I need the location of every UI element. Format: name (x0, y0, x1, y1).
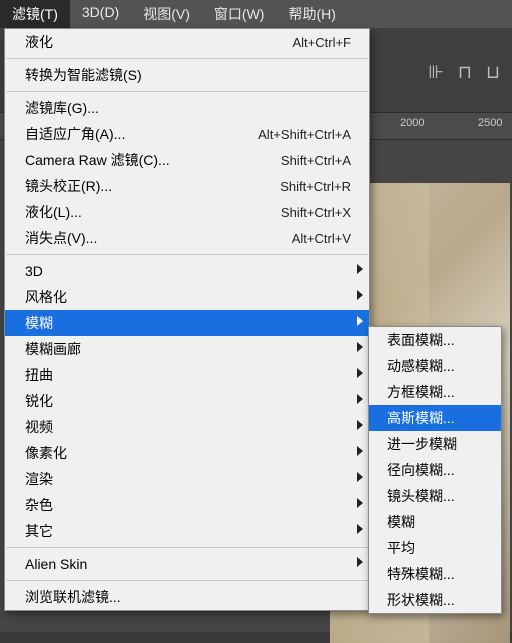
submenu-arrow-icon (357, 524, 363, 534)
menubar-item[interactable]: 滤镜(T) (0, 0, 70, 28)
submenu-item[interactable]: 特殊模糊... (369, 561, 501, 587)
submenu-item[interactable]: 方框模糊... (369, 379, 501, 405)
menubar-item[interactable]: 帮助(H) (276, 0, 347, 28)
menu-item[interactable]: 滤镜库(G)... (5, 95, 369, 121)
menu-separator (6, 580, 368, 581)
blur-submenu: 表面模糊...动感模糊...方框模糊...高斯模糊...进一步模糊径向模糊...… (368, 326, 502, 614)
menu-item-label: 镜头校正(R)... (25, 176, 260, 196)
menu-separator (6, 547, 368, 548)
options-icons: ⊪ ⊓ ⊔ (428, 62, 500, 83)
submenu-item[interactable]: 形状模糊... (369, 587, 501, 613)
menu-item[interactable]: 杂色 (5, 492, 369, 518)
ruler-tick: 2000 (400, 117, 424, 129)
menu-item[interactable]: Camera Raw 滤镜(C)...Shift+Ctrl+A (5, 147, 369, 173)
menu-item-label: Camera Raw 滤镜(C)... (25, 150, 261, 170)
menu-item[interactable]: 消失点(V)...Alt+Ctrl+V (5, 225, 369, 251)
ruler-tick: 2500 (478, 117, 502, 129)
menu-item-label: 其它 (25, 521, 351, 541)
menu-item[interactable]: 液化(L)...Shift+Ctrl+X (5, 199, 369, 225)
submenu-arrow-icon (357, 290, 363, 300)
menu-item-shortcut: Alt+Ctrl+V (272, 231, 351, 246)
submenu-arrow-icon (357, 264, 363, 274)
menubar: 滤镜(T)3D(D)视图(V)窗口(W)帮助(H) (0, 0, 512, 29)
menu-item-shortcut: Shift+Ctrl+R (260, 179, 351, 194)
submenu-arrow-icon (357, 472, 363, 482)
menu-item-label: 滤镜库(G)... (25, 98, 351, 118)
align-right-icon: ⊔ (486, 62, 500, 83)
menu-item-label: 液化 (25, 32, 272, 52)
menu-separator (6, 58, 368, 59)
menu-item[interactable]: 自适应广角(A)...Alt+Shift+Ctrl+A (5, 121, 369, 147)
menu-item[interactable]: 视频 (5, 414, 369, 440)
menu-item[interactable]: 模糊画廊 (5, 336, 369, 362)
menu-separator (6, 254, 368, 255)
menu-item-shortcut: Alt+Shift+Ctrl+A (238, 127, 351, 142)
submenu-item[interactable]: 镜头模糊... (369, 483, 501, 509)
menu-item[interactable]: 转换为智能滤镜(S) (5, 62, 369, 88)
menu-item[interactable]: 浏览联机滤镜... (5, 584, 369, 610)
menubar-item[interactable]: 3D(D) (70, 0, 131, 28)
filter-menu-dropdown: 液化Alt+Ctrl+F 转换为智能滤镜(S) 滤镜库(G)... 自适应广角(A).… (4, 28, 370, 611)
menu-item-label: 浏览联机滤镜... (25, 587, 351, 607)
submenu-item[interactable]: 动感模糊... (369, 353, 501, 379)
menu-separator (6, 91, 368, 92)
align-left-icon: ⊪ (428, 62, 444, 83)
menu-item[interactable]: 镜头校正(R)...Shift+Ctrl+R (5, 173, 369, 199)
menu-item[interactable]: 风格化 (5, 284, 369, 310)
submenu-item[interactable]: 进一步模糊 (369, 431, 501, 457)
menu-item-label: 杂色 (25, 495, 351, 515)
menu-item-label: 消失点(V)... (25, 228, 272, 248)
submenu-arrow-icon (357, 498, 363, 508)
submenu-arrow-icon (357, 394, 363, 404)
menubar-item[interactable]: 窗口(W) (202, 0, 277, 28)
submenu-item[interactable]: 平均 (369, 535, 501, 561)
menu-item-label: 锐化 (25, 391, 351, 411)
submenu-item[interactable]: 表面模糊... (369, 327, 501, 353)
submenu-arrow-icon (357, 368, 363, 378)
menu-item-label: 扭曲 (25, 365, 351, 385)
menu-item-label: 风格化 (25, 287, 351, 307)
menu-item[interactable]: 锐化 (5, 388, 369, 414)
menu-item-label: 3D (25, 263, 351, 279)
menu-item[interactable]: Alien Skin (5, 551, 369, 577)
menu-item[interactable]: 像素化 (5, 440, 369, 466)
submenu-item[interactable]: 模糊 (369, 509, 501, 535)
menu-item-label: 渲染 (25, 469, 351, 489)
menu-item-shortcut: Shift+Ctrl+A (261, 153, 351, 168)
menu-item[interactable]: 渲染 (5, 466, 369, 492)
submenu-arrow-icon (357, 316, 363, 326)
submenu-arrow-icon (357, 420, 363, 430)
menu-item-label: Alien Skin (25, 556, 351, 572)
menu-item-shortcut: Alt+Ctrl+F (272, 35, 351, 50)
menu-item[interactable]: 模糊 (5, 310, 369, 336)
submenu-item[interactable]: 径向模糊... (369, 457, 501, 483)
menu-item[interactable]: 3D (5, 258, 369, 284)
submenu-arrow-icon (357, 342, 363, 352)
menu-item-label: 转换为智能滤镜(S) (25, 65, 351, 85)
menu-item[interactable]: 扭曲 (5, 362, 369, 388)
menu-item-label: 模糊画廊 (25, 339, 351, 359)
menu-item[interactable]: 其它 (5, 518, 369, 544)
menu-item-label: 自适应广角(A)... (25, 124, 238, 144)
menu-item-shortcut: Shift+Ctrl+X (261, 205, 351, 220)
submenu-item[interactable]: 高斯模糊... (369, 405, 501, 431)
menu-item-label: 像素化 (25, 443, 351, 463)
submenu-arrow-icon (357, 557, 363, 567)
align-center-icon: ⊓ (458, 62, 472, 83)
menu-item-label: 模糊 (25, 313, 351, 333)
menubar-item[interactable]: 视图(V) (131, 0, 202, 28)
menu-item[interactable]: 液化Alt+Ctrl+F (5, 29, 369, 55)
menu-item-label: 液化(L)... (25, 202, 261, 222)
submenu-arrow-icon (357, 446, 363, 456)
menu-item-label: 视频 (25, 417, 351, 437)
